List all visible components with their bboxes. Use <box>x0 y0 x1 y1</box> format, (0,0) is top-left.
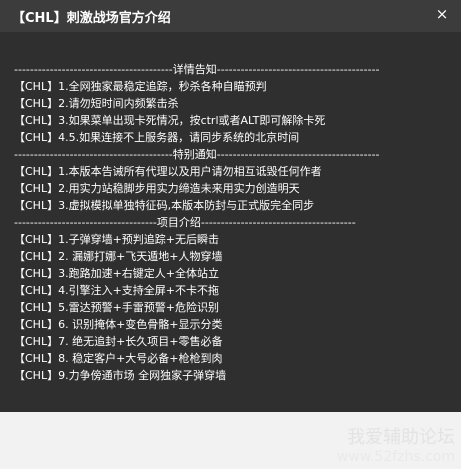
section-divider-details: ----------------------------------------… <box>14 63 380 76</box>
close-icon[interactable]: × <box>433 5 451 23</box>
app-window: 【CHL】刺激战场官方介绍 × ------------------------… <box>0 0 461 469</box>
section-divider-notice: ----------------------------------------… <box>14 148 380 161</box>
info-text: ----------------------------------------… <box>14 61 454 384</box>
window-title: 【CHL】刺激战场官方介绍 <box>12 11 171 26</box>
feature-line: 【CHL】3.跑路加速+右键定人+全体站立 <box>14 267 220 280</box>
info-line: 【CHL】2.用实力站稳脚步用实力缔造未来用实力创造明天 <box>14 182 300 195</box>
feature-line: 【CHL】4.引擎注入+支持全屏+不卡不拖 <box>14 284 220 297</box>
feature-line: 【CHL】5.雷达预警+手雷预警+危险识别 <box>14 301 220 314</box>
title-bar[interactable]: 【CHL】刺激战场官方介绍 × <box>0 0 461 32</box>
feature-line: 【CHL】7. 绝无追封+长久项目+零售必备 <box>14 335 223 348</box>
feature-line: 【CHL】9.力争傍通市场 全网独家子弹穿墙 <box>14 369 227 382</box>
feature-line: 【CHL】1.子弹穿墙+预判追踪+无后瞬击 <box>14 233 220 246</box>
feature-line: 【CHL】8. 稳定客户+大号必备+枪枪到肉 <box>14 352 223 365</box>
info-panel: ----------------------------------------… <box>0 32 461 412</box>
feature-line: 【CHL】2. 漏娜打娜+飞天遁地+人物穿墙 <box>14 250 223 263</box>
info-line: 【CHL】3.虚拟模拟单独特征码,本版本防封与正式版完全同步 <box>14 199 315 212</box>
footer-bar: 我爱辅助论坛 www.52fzhs.com <box>0 412 461 469</box>
watermark-url: www.52fzhs.com <box>336 449 455 465</box>
info-line: 【CHL】3.如果菜单出现卡死情况，按ctrl或者ALT即可解除卡死 <box>14 114 326 127</box>
info-line: 【CHL】1.本版本告诫所有代理以及用户请勿相互诋毁任何作者 <box>14 165 322 178</box>
watermark-text: 我爱辅助论坛 <box>347 427 455 448</box>
info-line: 【CHL】2.请勿短时间内频繁击杀 <box>14 97 179 110</box>
feature-line: 【CHL】6. 识别掩体+变色骨骼+显示分类 <box>14 318 223 331</box>
section-divider-features: ------------------------------------项目介绍… <box>14 216 356 229</box>
info-line: 【CHL】1.全网独家最稳定追踪，秒杀各种自瞄预判 <box>14 80 267 93</box>
info-line: 【CHL】4.5.如果连接不上服务器，请同步系统的北京时间 <box>14 131 300 144</box>
